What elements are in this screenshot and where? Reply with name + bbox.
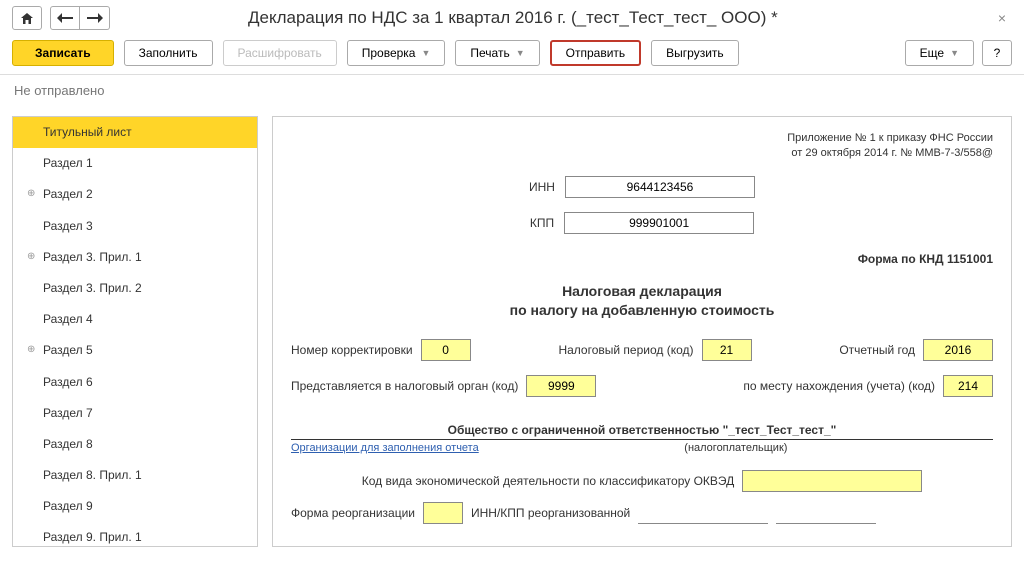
export-button[interactable]: Выгрузить — [651, 40, 739, 66]
correction-label: Номер корректировки — [291, 343, 413, 357]
org-link[interactable]: Организации для заполнения отчета — [291, 442, 479, 454]
reorg-kpp-field[interactable] — [776, 502, 876, 524]
sidebar-item[interactable]: Раздел 3. Прил. 2 — [13, 273, 257, 304]
sidebar-item[interactable]: ⊕Раздел 3. Прил. 1 — [13, 242, 257, 273]
status-text: Не отправлено — [0, 75, 1024, 106]
kpp-label: КПП — [530, 216, 554, 230]
knd-code: Форма по КНД 1151001 — [291, 252, 993, 266]
sidebar-item[interactable]: ⊕Раздел 5 — [13, 335, 257, 366]
period-field[interactable] — [702, 339, 752, 361]
home-button[interactable] — [12, 6, 42, 30]
sidebar-item[interactable]: Раздел 7 — [13, 398, 257, 429]
form-main: Приложение № 1 к приказу ФНС России от 2… — [272, 116, 1012, 547]
okved-label: Код вида экономической деятельности по к… — [362, 474, 735, 488]
sidebar-item[interactable]: Раздел 9. Прил. 1 — [13, 522, 257, 547]
chevron-down-icon: ▼ — [421, 48, 430, 58]
chevron-down-icon: ▼ — [516, 48, 525, 58]
more-button[interactable]: Еще▼ — [905, 40, 974, 66]
year-field[interactable] — [923, 339, 993, 361]
reorg-innkpp-label: ИНН/КПП реорганизованной — [471, 506, 630, 520]
correction-field[interactable] — [421, 339, 471, 361]
sidebar-item[interactable]: Раздел 9 — [13, 491, 257, 522]
check-button[interactable]: Проверка▼ — [347, 40, 446, 66]
period-label: Налоговый период (код) — [558, 343, 693, 357]
okved-field[interactable] — [742, 470, 922, 492]
kpp-field[interactable] — [564, 212, 754, 234]
sidebar-item[interactable]: Раздел 1 — [13, 148, 257, 179]
sidebar-item[interactable]: Раздел 8 — [13, 429, 257, 460]
org-name: Общество с ограниченной ответственностью… — [291, 423, 993, 440]
tax-org-field[interactable] — [526, 375, 596, 397]
place-field[interactable] — [943, 375, 993, 397]
sidebar-item[interactable]: Раздел 6 — [13, 367, 257, 398]
sidebar-item-title[interactable]: Титульный лист — [13, 117, 257, 148]
sidebar-item[interactable]: Раздел 8. Прил. 1 — [13, 460, 257, 491]
forward-button[interactable] — [80, 6, 110, 30]
fill-button[interactable]: Заполнить — [124, 40, 213, 66]
chevron-down-icon: ▼ — [950, 48, 959, 58]
reorg-inn-field[interactable] — [638, 502, 768, 524]
decode-button[interactable]: Расшифровать — [223, 40, 337, 66]
year-label: Отчетный год — [839, 343, 915, 357]
expand-icon[interactable]: ⊕ — [27, 342, 35, 358]
inn-label: ИНН — [529, 180, 555, 194]
place-label: по месту нахождения (учета) (код) — [743, 379, 935, 393]
sidebar-item[interactable]: Раздел 3 — [13, 211, 257, 242]
appendix-note: Приложение № 1 к приказу ФНС России от 2… — [291, 131, 993, 162]
back-button[interactable] — [50, 6, 80, 30]
expand-icon[interactable]: ⊕ — [27, 186, 35, 202]
tax-org-label: Представляется в налоговый орган (код) — [291, 379, 518, 393]
expand-icon[interactable]: ⊕ — [27, 249, 35, 265]
sidebar-item[interactable]: Раздел 4 — [13, 304, 257, 335]
reorg-form-field[interactable] — [423, 502, 463, 524]
inn-field[interactable] — [565, 176, 755, 198]
print-button[interactable]: Печать▼ — [455, 40, 539, 66]
reorg-label: Форма реорганизации — [291, 506, 415, 520]
send-button[interactable]: Отправить — [550, 40, 642, 66]
save-button[interactable]: Записать — [12, 40, 114, 66]
home-icon — [20, 12, 34, 25]
page-title: Декларация по НДС за 1 квартал 2016 г. (… — [248, 8, 778, 28]
declaration-title: Налоговая декларация по налогу на добавл… — [291, 282, 993, 321]
close-button[interactable]: × — [992, 10, 1012, 26]
help-button[interactable]: ? — [982, 40, 1012, 66]
sidebar-item[interactable]: ⊕Раздел 2 — [13, 179, 257, 210]
arrow-left-icon — [57, 13, 73, 23]
sections-sidebar: Титульный лист Раздел 1 ⊕Раздел 2 Раздел… — [12, 116, 258, 547]
arrow-right-icon — [87, 13, 103, 23]
